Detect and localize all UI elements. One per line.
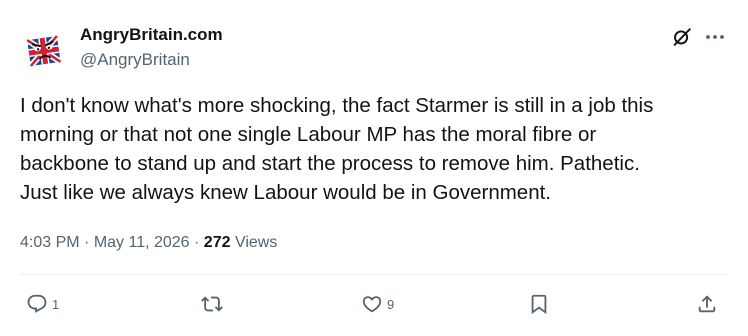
- heart-icon: [362, 296, 382, 313]
- author-handle[interactable]: @AngryBritain: [80, 50, 223, 70]
- more-options-button[interactable]: [702, 26, 728, 48]
- like-button[interactable]: 9: [361, 292, 394, 316]
- grok-icon: [673, 28, 691, 46]
- tweet-date[interactable]: May 11, 2026: [94, 234, 190, 251]
- meta-separator: ·: [79, 234, 94, 251]
- views-count[interactable]: 272: [204, 234, 231, 251]
- views-label: Views: [230, 234, 278, 251]
- share-icon: [698, 295, 716, 313]
- author-block: AngryBritain.com @AngryBritain: [80, 25, 223, 70]
- bookmark-button[interactable]: [528, 292, 550, 316]
- tweet-card: AngryBritain.com @AngryBritain I don't k…: [0, 0, 748, 336]
- tweet-time[interactable]: 4:03 PM: [20, 234, 80, 251]
- like-count: 9: [387, 296, 395, 312]
- grok-button[interactable]: [671, 26, 693, 48]
- author-display-name[interactable]: AngryBritain.com: [80, 25, 223, 45]
- retweet-icon: [201, 296, 223, 312]
- divider: [20, 274, 728, 275]
- reply-count: 1: [52, 296, 60, 312]
- reply-icon: [27, 294, 47, 313]
- tweet-text: I don't know what's more shocking, the f…: [20, 94, 654, 204]
- reply-button[interactable]: 1: [26, 292, 59, 316]
- meta-separator: ·: [189, 234, 204, 251]
- bookmark-icon: [531, 294, 547, 315]
- avatar[interactable]: [20, 26, 68, 74]
- retweet-button[interactable]: [201, 292, 227, 316]
- union-jack-angry-face-icon: [20, 26, 68, 74]
- tweet-meta: 4:03 PM · May 11, 2026 · 272 Views: [20, 233, 277, 253]
- more-horizontal-icon: [706, 35, 724, 39]
- share-button[interactable]: [696, 292, 718, 316]
